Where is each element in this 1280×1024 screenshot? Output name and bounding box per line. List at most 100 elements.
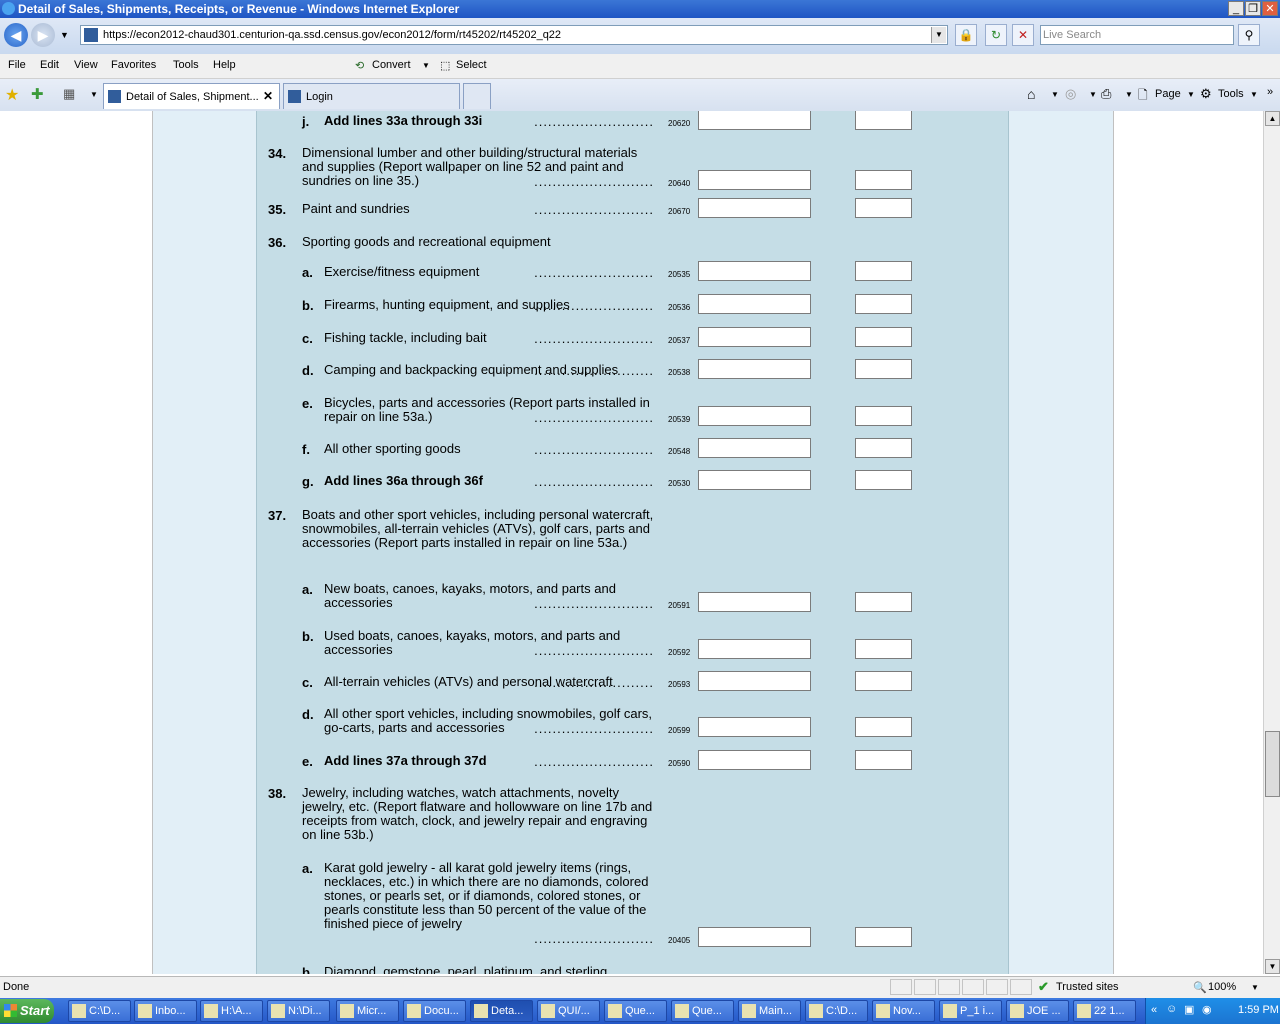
percent-input[interactable] bbox=[855, 294, 912, 314]
amount-input[interactable] bbox=[698, 406, 811, 426]
print-icon[interactable]: ⎙ bbox=[1101, 86, 1111, 102]
menu-tools[interactable]: Tools bbox=[173, 59, 199, 71]
menu-file[interactable]: File bbox=[8, 59, 26, 71]
taskbar-item[interactable]: P_1 i... bbox=[939, 1000, 1002, 1022]
add-favorite-icon[interactable]: ✚ bbox=[31, 85, 44, 103]
amount-input[interactable] bbox=[698, 639, 811, 659]
favorites-star-icon[interactable]: ★ bbox=[5, 85, 19, 105]
amount-input[interactable] bbox=[698, 261, 811, 281]
taskbar-item[interactable]: Que... bbox=[671, 1000, 734, 1022]
taskbar-item[interactable]: Inbo... bbox=[134, 1000, 197, 1022]
zoom-dropdown-icon[interactable]: ▼ bbox=[1251, 983, 1259, 992]
percent-input[interactable] bbox=[855, 406, 912, 426]
taskbar-item[interactable]: N:\Di... bbox=[267, 1000, 330, 1022]
zoom-level[interactable]: 100% bbox=[1208, 981, 1236, 993]
amount-input[interactable] bbox=[698, 470, 811, 490]
percent-input[interactable] bbox=[855, 170, 912, 190]
amount-input[interactable] bbox=[698, 327, 811, 347]
amount-input[interactable] bbox=[698, 198, 811, 218]
taskbar-item[interactable]: Docu... bbox=[403, 1000, 466, 1022]
forward-button[interactable]: ▶ bbox=[31, 23, 55, 47]
print-dropdown-icon[interactable]: ▼ bbox=[1125, 90, 1133, 99]
percent-input[interactable] bbox=[855, 261, 912, 281]
search-icon[interactable]: ⚲ bbox=[1238, 24, 1260, 46]
close-button[interactable]: ✕ bbox=[1262, 1, 1278, 16]
percent-input[interactable] bbox=[855, 359, 912, 379]
taskbar-item[interactable]: 22 1... bbox=[1073, 1000, 1136, 1022]
menu-favorites[interactable]: Favorites bbox=[111, 59, 156, 71]
vertical-scrollbar[interactable]: ▲ ▼ bbox=[1263, 111, 1280, 974]
percent-input[interactable] bbox=[855, 671, 912, 691]
percent-input[interactable] bbox=[855, 717, 912, 737]
scroll-down-icon[interactable]: ▼ bbox=[1265, 959, 1280, 974]
amount-input[interactable] bbox=[698, 927, 811, 947]
scroll-up-icon[interactable]: ▲ bbox=[1265, 111, 1280, 126]
taskbar-item[interactable]: JOE ... bbox=[1006, 1000, 1069, 1022]
amount-input[interactable] bbox=[698, 111, 811, 130]
restore-button[interactable]: ❐ bbox=[1245, 1, 1261, 16]
lock-icon[interactable]: 🔒 bbox=[955, 24, 977, 46]
close-tab-icon[interactable]: ✕ bbox=[263, 89, 273, 103]
convert-button[interactable]: Convert bbox=[372, 59, 411, 71]
convert-dropdown-icon[interactable]: ▼ bbox=[422, 61, 430, 70]
tools-dropdown-icon[interactable]: ▼ bbox=[1250, 90, 1258, 99]
minimize-button[interactable]: _ bbox=[1228, 1, 1244, 16]
taskbar-item[interactable]: Micr... bbox=[336, 1000, 399, 1022]
tray-icon[interactable]: ☺ bbox=[1166, 1003, 1177, 1015]
taskbar-item[interactable]: Main... bbox=[738, 1000, 801, 1022]
volume-icon[interactable]: ◉ bbox=[1202, 1003, 1212, 1016]
feeds-dropdown-icon[interactable]: ▼ bbox=[1089, 90, 1097, 99]
home-dropdown-icon[interactable]: ▼ bbox=[1051, 90, 1059, 99]
percent-input[interactable] bbox=[855, 592, 912, 612]
tab-list-dropdown-icon[interactable]: ▼ bbox=[90, 90, 98, 99]
tab-login[interactable]: Login bbox=[283, 83, 460, 109]
taskbar-item[interactable]: Que... bbox=[604, 1000, 667, 1022]
amount-input[interactable] bbox=[698, 438, 811, 458]
percent-input[interactable] bbox=[855, 470, 912, 490]
percent-input[interactable] bbox=[855, 927, 912, 947]
address-dropdown-icon[interactable]: ▼ bbox=[931, 27, 946, 43]
percent-input[interactable] bbox=[855, 438, 912, 458]
amount-input[interactable] bbox=[698, 170, 811, 190]
recent-pages-dropdown[interactable]: ▼ bbox=[60, 30, 69, 40]
menu-edit[interactable]: Edit bbox=[40, 59, 59, 71]
scroll-thumb[interactable] bbox=[1265, 731, 1280, 797]
amount-input[interactable] bbox=[698, 750, 811, 770]
clock[interactable]: 1:59 PM bbox=[1238, 1004, 1279, 1016]
feeds-icon[interactable]: ◎ bbox=[1065, 86, 1076, 102]
amount-input[interactable] bbox=[698, 671, 811, 691]
tray-expand-icon[interactable]: « bbox=[1151, 1004, 1157, 1016]
address-field[interactable]: https://econ2012-chaud301.centurion-qa.s… bbox=[80, 25, 948, 45]
home-icon[interactable]: ⌂ bbox=[1027, 86, 1035, 102]
search-input[interactable]: Live Search bbox=[1040, 25, 1234, 45]
amount-input[interactable] bbox=[698, 592, 811, 612]
select-button[interactable]: Select bbox=[456, 59, 487, 71]
quick-tabs-icon[interactable]: ▦ bbox=[63, 86, 75, 102]
start-button[interactable]: Start bbox=[0, 999, 54, 1023]
page-dropdown-icon[interactable]: ▼ bbox=[1187, 90, 1195, 99]
taskbar-item[interactable]: Deta... bbox=[470, 1000, 533, 1022]
percent-input[interactable] bbox=[855, 327, 912, 347]
stop-icon[interactable]: ✕ bbox=[1012, 24, 1034, 46]
menu-help[interactable]: Help bbox=[213, 59, 236, 71]
network-icon[interactable]: ▣ bbox=[1184, 1003, 1194, 1016]
percent-input[interactable] bbox=[855, 111, 912, 130]
amount-input[interactable] bbox=[698, 717, 811, 737]
new-tab-button[interactable] bbox=[463, 83, 491, 109]
menu-view[interactable]: View bbox=[74, 59, 98, 71]
tab-detail[interactable]: Detail of Sales, Shipment... ✕ bbox=[103, 83, 280, 109]
percent-input[interactable] bbox=[855, 198, 912, 218]
taskbar-item[interactable]: H:\A... bbox=[200, 1000, 263, 1022]
amount-input[interactable] bbox=[698, 359, 811, 379]
amount-input[interactable] bbox=[698, 294, 811, 314]
page-menu-button[interactable]: Page bbox=[1155, 88, 1181, 100]
chevron-more-icon[interactable]: » bbox=[1267, 86, 1273, 98]
refresh-icon[interactable]: ↻ bbox=[985, 24, 1007, 46]
taskbar-item[interactable]: C:\D... bbox=[68, 1000, 131, 1022]
taskbar-item[interactable]: C:\D... bbox=[805, 1000, 868, 1022]
tools-menu-button[interactable]: Tools bbox=[1218, 88, 1244, 100]
percent-input[interactable] bbox=[855, 750, 912, 770]
back-button[interactable]: ◀ bbox=[4, 23, 28, 47]
taskbar-item[interactable]: Nov... bbox=[872, 1000, 935, 1022]
percent-input[interactable] bbox=[855, 639, 912, 659]
